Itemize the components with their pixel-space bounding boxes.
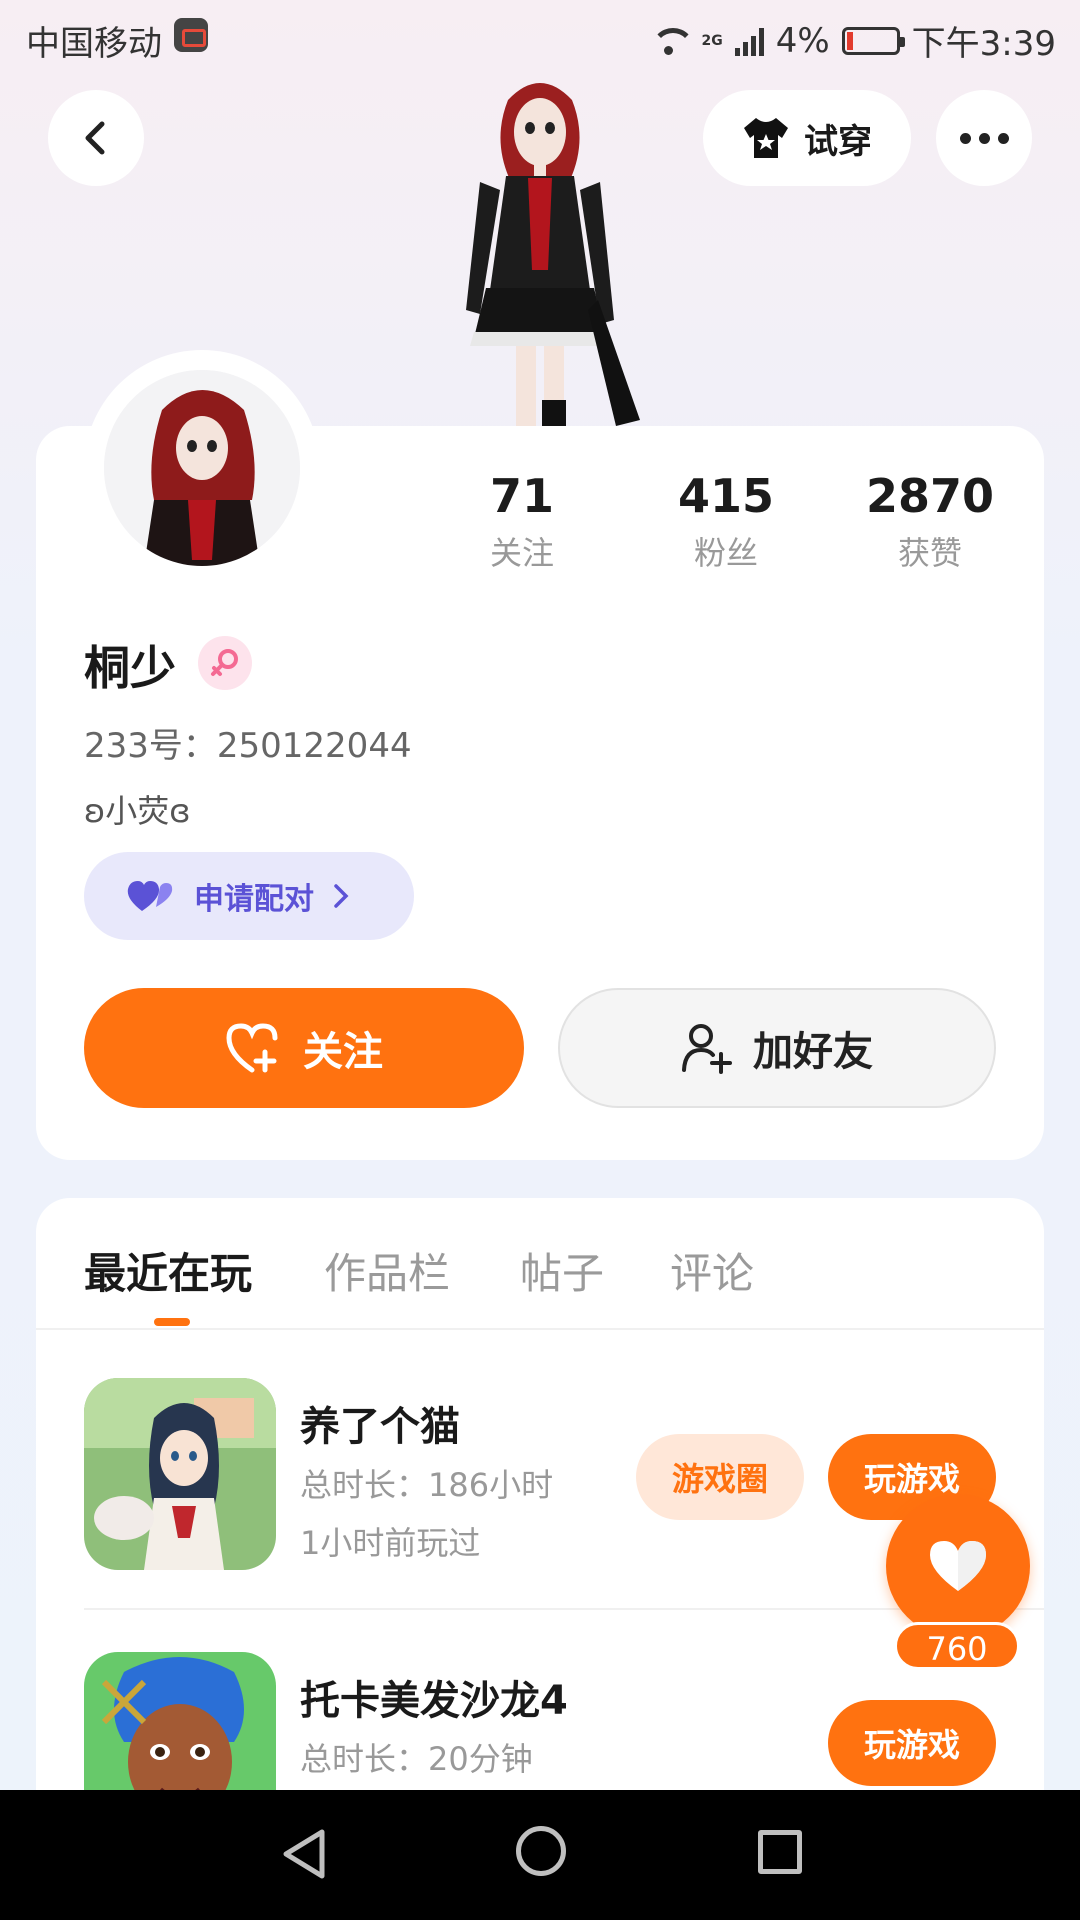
game-duration: 总时长：186小时 xyxy=(300,1466,554,1504)
likes-label: 获赞 xyxy=(897,534,962,572)
heart-plus-icon xyxy=(226,1023,278,1073)
user-id[interactable]: 233号：250122044 xyxy=(84,718,412,767)
username: 桐少 xyxy=(84,641,176,695)
followers-label: 粉丝 xyxy=(693,534,758,572)
more-options-button[interactable] xyxy=(936,90,1032,186)
heart-icon xyxy=(930,1541,986,1591)
add-friend-label: 加好友 xyxy=(753,1029,873,1075)
apply-pair-label: 申请配对 xyxy=(194,882,314,917)
chevron-right-icon xyxy=(334,884,349,908)
tshirt-icon xyxy=(744,118,788,158)
female-gender-icon xyxy=(198,636,252,690)
following-label: 关注 xyxy=(489,534,554,572)
signal-icon xyxy=(734,26,764,56)
game-circle-button[interactable]: 游戏圈 xyxy=(636,1434,804,1520)
status-bar: 中国移动 2G 4% 下午3:39 xyxy=(0,0,1080,75)
network-type: 2G xyxy=(701,32,723,49)
followers-count: 415 xyxy=(677,469,775,523)
tab-works[interactable]: 作品栏 xyxy=(324,1240,450,1301)
screen-record-icon xyxy=(174,18,208,52)
try-on-label: 试穿 xyxy=(804,121,872,162)
game-duration: 总时长：20分钟 xyxy=(300,1740,533,1778)
tab-comments[interactable]: 评论 xyxy=(670,1240,754,1301)
nav-back-icon[interactable] xyxy=(276,1826,332,1882)
add-friend-button[interactable]: 加好友 xyxy=(558,988,996,1108)
tab-recent-play[interactable]: 最近在玩 xyxy=(84,1240,252,1301)
battery-percent: 4% xyxy=(775,20,830,61)
following-count: 71 xyxy=(489,469,554,523)
content-card: 最近在玩 作品栏 帖子 评论 养了个猫 总时长：186小时 1小时前玩过 游戏圈 xyxy=(36,1198,1044,1798)
user-bio: ʚ小荧ɞ xyxy=(84,792,191,830)
likes-count: 2870 xyxy=(865,469,995,523)
clock: 下午3:39 xyxy=(911,24,1056,64)
avatar-3d-character xyxy=(466,83,640,426)
stat-likes[interactable]: 2870 获赞 xyxy=(840,466,1020,574)
try-on-button[interactable]: 试穿 xyxy=(703,90,911,186)
add-user-icon xyxy=(682,1024,732,1074)
avatar-image xyxy=(104,370,300,566)
nav-recents-icon[interactable] xyxy=(758,1830,802,1874)
game-title: 养了个猫 xyxy=(300,1404,460,1450)
carrier-name: 中国移动 xyxy=(26,24,162,64)
tab-bar: 最近在玩 作品栏 帖子 评论 xyxy=(36,1198,1044,1330)
game-last-played: 1小时前玩过 xyxy=(300,1524,481,1562)
floating-like-button[interactable] xyxy=(886,1494,1030,1638)
stat-following[interactable]: 71 关注 xyxy=(432,466,612,574)
follow-button[interactable]: 关注 xyxy=(84,988,524,1108)
wifi-icon xyxy=(649,26,696,56)
like-count-badge: 760 xyxy=(894,1622,1020,1670)
back-button[interactable] xyxy=(48,90,144,186)
play-game-button[interactable]: 玩游戏 xyxy=(828,1700,996,1786)
apply-pair-button[interactable]: 申请配对 xyxy=(84,852,414,940)
heart-pair-icon xyxy=(127,881,173,911)
game-icon[interactable] xyxy=(84,1652,276,1798)
battery-icon xyxy=(841,26,905,55)
system-nav-bar xyxy=(0,1790,1080,1920)
game-title: 托卡美发沙龙4 xyxy=(300,1678,568,1724)
status-indicators: 2G 4% 下午3:39 xyxy=(649,16,1056,65)
tab-active-indicator xyxy=(154,1318,190,1326)
stat-followers[interactable]: 415 粉丝 xyxy=(636,466,816,574)
more-dots-icon xyxy=(959,132,971,144)
nav-home-icon[interactable] xyxy=(516,1826,566,1876)
avatar[interactable] xyxy=(104,370,300,566)
follow-label: 关注 xyxy=(303,1029,383,1075)
game-icon[interactable] xyxy=(84,1378,276,1570)
chevron-left-icon xyxy=(85,121,105,155)
tab-posts[interactable]: 帖子 xyxy=(520,1240,604,1301)
